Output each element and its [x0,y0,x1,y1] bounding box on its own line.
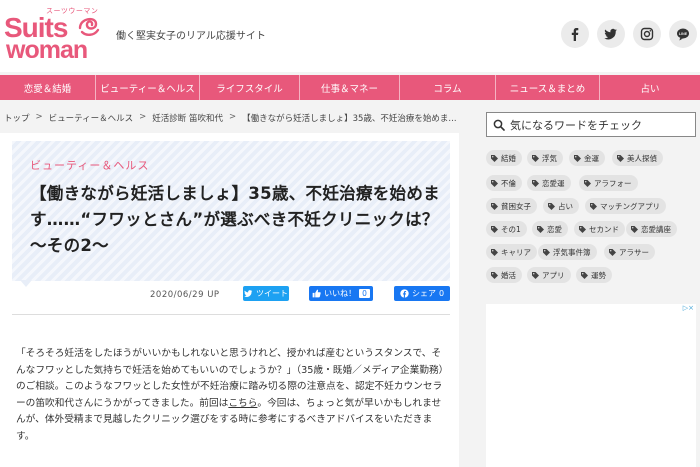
keyword-search[interactable]: 気になるワードをチェック [486,112,696,137]
tag-item[interactable]: アラサー [604,244,655,260]
tag-icon [579,225,586,233]
tag-icon [532,179,539,187]
nav-item-work-money[interactable]: 仕事＆マネー [300,75,400,100]
breadcrumb-current: 【働きながら妊活しましょ】35歳、不妊治療を始めま... [242,114,457,124]
breadcrumb-separator: > [35,112,43,122]
tag-item[interactable]: 金運 [569,150,605,166]
article-lead: 「そろそろ妊活をしたほうがいいかもしれないと思うけれど、授かれば産むというスタン… [16,346,444,446]
breadcrumb-category[interactable]: ビューティー＆ヘルス [49,112,134,124]
tag-icon [491,271,498,279]
tag-item[interactable]: 恋愛講座 [626,221,677,237]
tag-item[interactable]: セカンド [574,221,625,237]
breadcrumb-series[interactable]: 妊活診断 笛吹和代 [152,112,223,124]
tag-item[interactable]: 運勢 [576,267,612,283]
tag-item[interactable]: マッチングアプリ [585,198,666,214]
content-divider [12,314,450,315]
tag-item[interactable]: 浮気 [527,150,563,166]
tag-icon [548,202,555,210]
tag-item[interactable]: 浮気事件簿 [538,244,597,260]
tag-item[interactable]: 婚活 [486,267,522,283]
facebook-icon[interactable] [561,20,589,48]
tag-item[interactable]: アラフォー [579,175,638,191]
nav-item-lifestyle[interactable]: ライフスタイル [200,75,300,100]
nav-item-beauty[interactable]: ビューティー＆ヘルス [96,75,200,100]
search-icon [493,119,505,131]
site-tagline: 働く堅実女子のリアル応援サイト [116,31,266,42]
previous-article-link[interactable]: こちら [228,398,257,409]
share-count: 0 [438,289,445,298]
breadcrumb: トップ > ビューティー＆ヘルス > 妊活診断 笛吹和代 > 【働きながら妊活し… [4,112,457,124]
breadcrumb-separator: > [139,112,147,122]
breadcrumb-separator: > [228,112,237,122]
article-hero: ビューティー＆ヘルス 【働きながら妊活しましょ】35歳、不妊治療を始めます……“… [12,141,450,281]
breadcrumb-top[interactable]: トップ [4,112,30,124]
tag-icon [584,179,591,187]
tag-item[interactable]: 占い [543,198,579,214]
tag-icon [491,179,498,187]
nav-item-love[interactable]: 恋愛＆結婚 [0,75,96,100]
tag-icon [491,202,498,210]
tag-icon [590,202,597,210]
instagram-icon[interactable] [633,20,661,48]
twitter-icon[interactable] [597,20,625,48]
facebook-icon [400,289,409,298]
nav-item-fortune[interactable]: 占い [600,75,700,100]
share-label: シェア [411,289,436,298]
like-button[interactable]: いいね！ 0 [309,286,373,301]
article-category[interactable]: ビューティー＆ヘルス [30,157,149,173]
hero-notch [20,280,32,287]
line-icon[interactable]: LINE [669,20,697,48]
like-count: 0 [359,289,370,298]
ad-slot[interactable]: ▷× [486,304,696,467]
main-nav: 恋愛＆結婚 ビューティー＆ヘルス ライフスタイル 仕事＆マネー コラム ニュース… [0,75,700,100]
tag-icon [581,271,588,279]
tag-icon [543,248,550,256]
nav-item-column[interactable]: コラム [400,75,496,100]
svg-text:LINE: LINE [679,32,688,36]
tag-icon [491,154,498,162]
tag-item[interactable]: 貧困女子 [486,198,537,214]
twitter-icon [244,290,253,297]
nav-item-news[interactable]: ニュース＆まとめ [496,75,600,100]
article-card: ビューティー＆ヘルス 【働きながら妊活しましょ】35歳、不妊治療を始めます……“… [0,133,459,467]
tag-item[interactable]: 美人探偵 [612,150,663,166]
tag-icon [631,225,638,233]
like-label: いいね！ [324,289,357,298]
tag-item[interactable]: 結婚 [486,150,522,166]
site-logo[interactable]: スーツウーマン Suits woman [4,4,104,68]
ad-choices-icon[interactable]: ▷× [683,304,694,312]
search-placeholder: 気になるワードをチェック [510,118,642,132]
tag-item[interactable]: その1 [486,221,527,237]
tag-icon [532,154,539,162]
logo-woman: woman [6,36,88,64]
article-date: 2020/06/29 UP [150,290,220,300]
tag-icon [537,225,544,233]
tag-item[interactable]: キャリア [486,244,537,260]
tag-icon [491,225,498,233]
tag-icon [574,154,581,162]
tag-icon [491,248,498,256]
tag-icon [609,248,616,256]
tag-item[interactable]: アプリ [527,267,571,283]
logo-swirl-icon [78,17,100,36]
tag-icon [532,271,539,279]
article-title: 【働きながら妊活しましょ】35歳、不妊治療を始めます……“フワッとさん”が選ぶべ… [30,184,440,255]
thumbs-up-icon [312,289,321,298]
tag-item[interactable]: 不倫 [486,175,522,191]
tweet-label: ツイート [256,289,288,298]
tweet-button[interactable]: ツイート [243,286,289,301]
tag-icon [617,154,624,162]
tag-item[interactable]: 恋愛運 [527,175,571,191]
facebook-share-button[interactable]: シェア 0 [394,286,450,301]
site-header: スーツウーマン Suits woman 働く堅実女子のリアル応援サイト LINE [0,0,700,72]
tag-item[interactable]: 恋愛 [532,221,568,237]
